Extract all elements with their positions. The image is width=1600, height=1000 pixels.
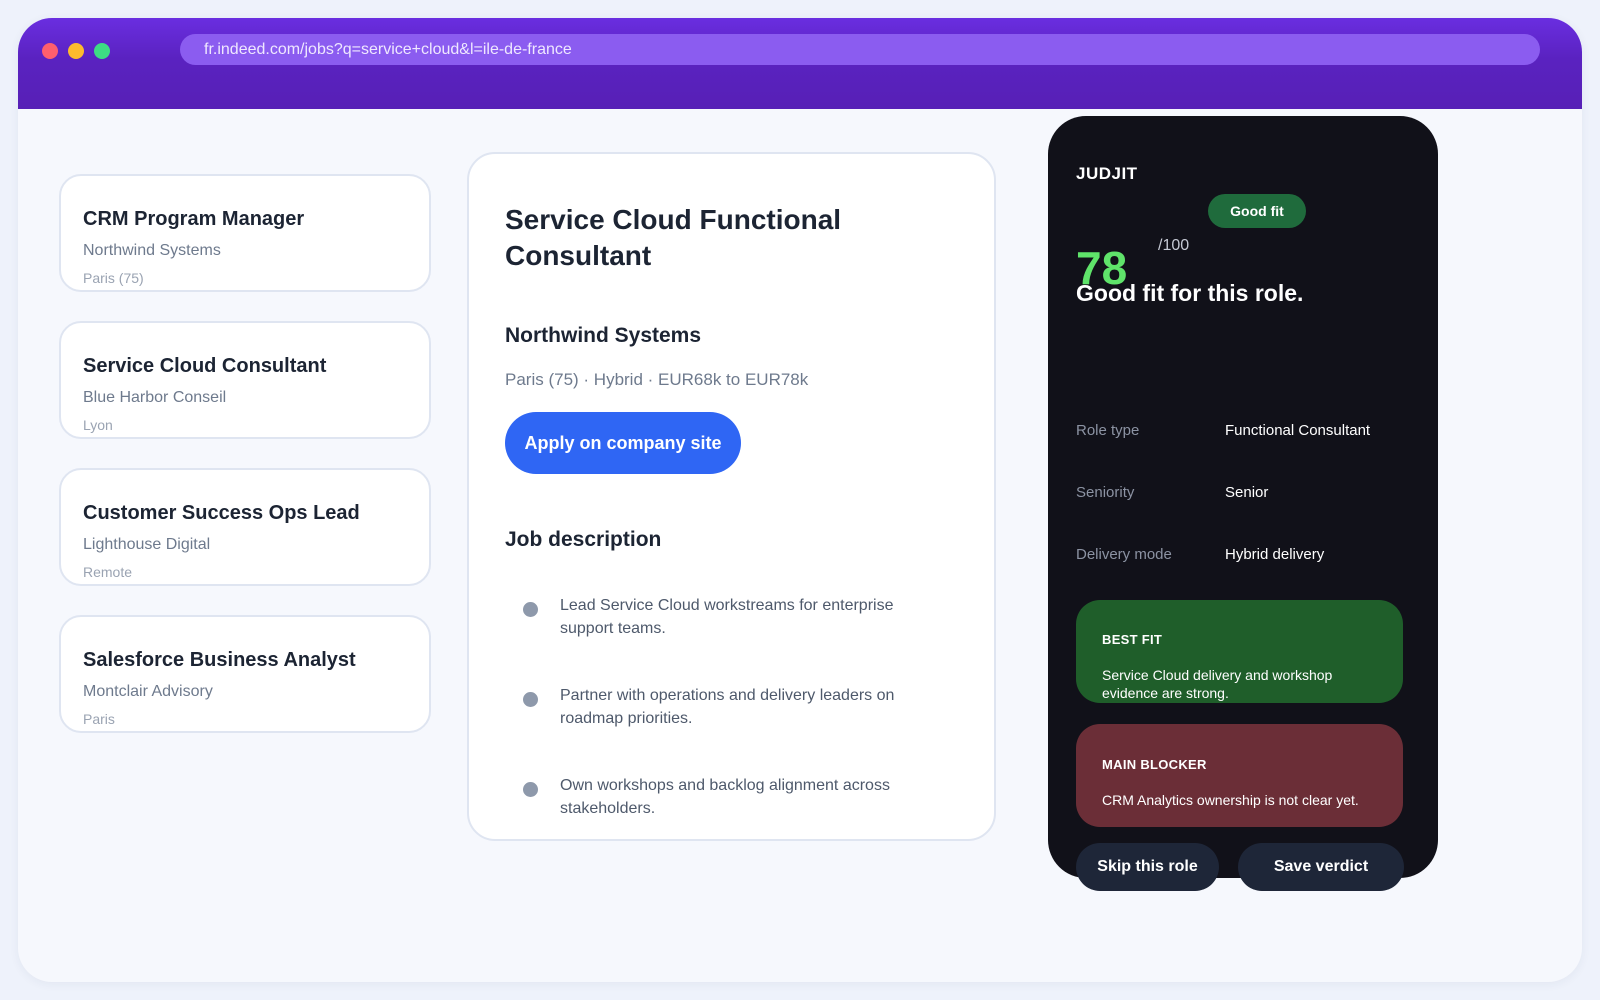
main-blocker-heading: MAIN BLOCKER	[1102, 757, 1207, 772]
job-detail-panel: Service Cloud Functional Consultant Nort…	[467, 152, 996, 841]
job-list-item[interactable]: CRM Program Manager Northwind Systems Pa…	[59, 174, 431, 292]
fit-score-denominator: /100	[1158, 237, 1190, 254]
job-description-heading: Job description	[505, 528, 662, 551]
job-list-item[interactable]: Salesforce Business Analyst Montclair Ad…	[59, 615, 431, 733]
bullet-text: Lead Service Cloud workstreams for enter…	[560, 597, 894, 637]
job-location: Paris	[83, 711, 115, 727]
job-list-item[interactable]: Service Cloud Consultant Blue Harbor Con…	[59, 321, 431, 439]
job-title: CRM Program Manager	[83, 208, 305, 230]
main-blocker-text: CRM Analytics ownership is not clear yet…	[1102, 792, 1359, 808]
best-fit-heading: BEST FIT	[1102, 632, 1163, 647]
judjit-panel: JUDJIT Good fit 78 /100 Good fit for thi…	[1048, 116, 1438, 891]
minimize-window-dot[interactable]	[68, 43, 84, 59]
bullet-dot-icon	[523, 692, 538, 707]
bullet-text: Partner with operations and delivery lea…	[560, 687, 895, 727]
bullet-dot-icon	[523, 602, 538, 617]
job-company: Lighthouse Digital	[83, 536, 211, 553]
attribute-value: Functional Consultant	[1225, 422, 1371, 439]
attribute-label: Seniority	[1076, 484, 1135, 501]
attribute-value: Hybrid delivery	[1225, 546, 1325, 563]
attribute-value: Senior	[1225, 484, 1269, 501]
apply-button[interactable]: Apply on company site	[505, 412, 741, 474]
job-title: Salesforce Business Analyst	[83, 649, 356, 671]
close-window-dot[interactable]	[42, 43, 58, 59]
job-detail-meta: Paris (75) · Hybrid · EUR68k to EUR78k	[505, 370, 809, 389]
verdict-summary: Good fit for this role.	[1076, 280, 1304, 306]
job-company: Blue Harbor Conseil	[83, 389, 227, 406]
job-location: Paris (75)	[83, 270, 144, 286]
best-fit-text: Service Cloud delivery and workshop evid…	[1102, 667, 1333, 701]
job-location: Remote	[83, 564, 133, 580]
job-company: Northwind Systems	[83, 242, 221, 259]
job-location: Lyon	[83, 417, 113, 433]
browser-toolbar: fr.indeed.com/jobs?q=service+cloud&l=ile…	[18, 18, 1582, 109]
maximize-window-dot[interactable]	[94, 43, 110, 59]
fit-status-badge: Good fit	[1208, 194, 1306, 228]
job-detail-company: Northwind Systems	[505, 324, 702, 347]
bullet-text: Own workshops and backlog alignment acro…	[560, 777, 890, 817]
attribute-label: Delivery mode	[1076, 546, 1172, 563]
judjit-brand: JUDJIT	[1076, 164, 1138, 183]
address-bar[interactable]: fr.indeed.com/jobs?q=service+cloud&l=ile…	[180, 34, 1540, 65]
skip-role-button[interactable]: Skip this role	[1076, 843, 1219, 891]
job-title: Customer Success Ops Lead	[83, 502, 360, 524]
bullet-dot-icon	[523, 782, 538, 797]
job-list-item[interactable]: Customer Success Ops Lead Lighthouse Dig…	[59, 468, 431, 586]
job-title: Service Cloud Consultant	[83, 355, 327, 377]
main-blocker-card: MAIN BLOCKER CRM Analytics ownership is …	[1076, 724, 1403, 827]
job-detail-title: Service Cloud Functional Consultant	[505, 204, 842, 271]
best-fit-card: BEST FIT Service Cloud delivery and work…	[1076, 600, 1403, 703]
job-company: Montclair Advisory	[83, 683, 213, 700]
attribute-label: Role type	[1076, 422, 1140, 439]
save-verdict-button[interactable]: Save verdict	[1238, 843, 1404, 891]
